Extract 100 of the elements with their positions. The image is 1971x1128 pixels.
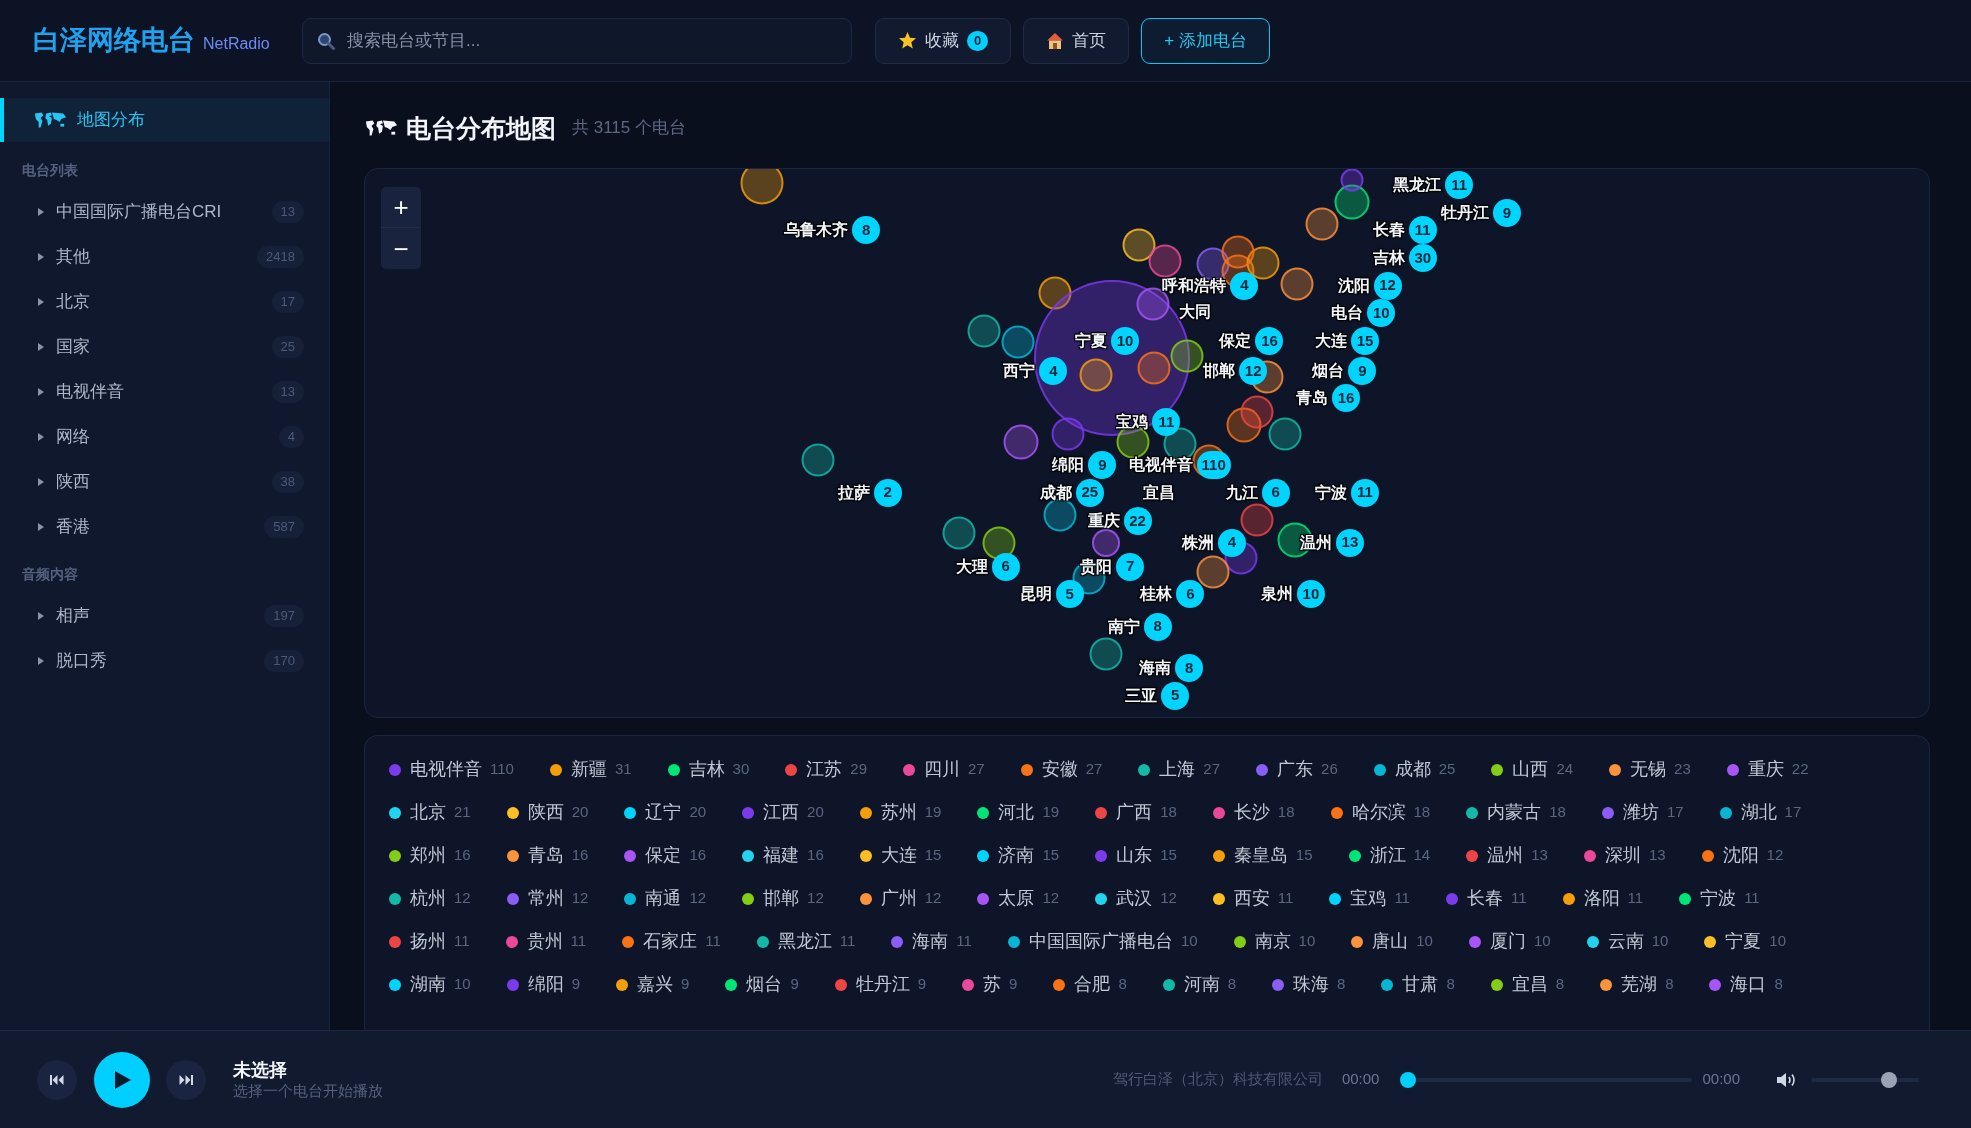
station-count[interactable]: 11 [1350, 478, 1379, 507]
station-count[interactable]: 30 [1408, 244, 1437, 273]
progress-track[interactable] [1400, 1071, 1693, 1088]
sidebar-item[interactable]: 电视伴音 13 [0, 369, 329, 414]
caret-icon [38, 522, 44, 531]
legend-count: 8 [1555, 974, 1565, 995]
legend-label: 常州 [527, 887, 564, 910]
city-label: 拉萨 [837, 482, 870, 503]
now-playing-hint: 选择一个电台开始播放 [233, 1080, 383, 1101]
sidebar-item[interactable]: 香港 587 [0, 504, 329, 549]
station-count[interactable]: 15 [1350, 326, 1379, 355]
legend-count: 16 [689, 845, 707, 866]
city-label: 昆明 [1019, 584, 1052, 605]
sidebar-item[interactable]: 中国国际广播电台CRI 13 [0, 189, 329, 234]
home-button[interactable]: 首页 [1023, 17, 1130, 64]
legend-count: 8 [1227, 974, 1237, 995]
previous-button[interactable] [37, 1059, 77, 1100]
legend-count: 11 [1627, 888, 1644, 909]
station-count[interactable]: 11 [1408, 216, 1437, 245]
legend-label: 湖南 [410, 973, 446, 996]
legend-label: 宁夏 [1725, 930, 1762, 953]
sidebar-item[interactable]: 网络 4 [0, 414, 329, 459]
legend-label: 邯郸 [763, 887, 800, 910]
station-count[interactable]: 4 [1230, 271, 1259, 300]
station-count[interactable]: 4 [1217, 528, 1246, 557]
legend-label: 广东 [1277, 758, 1314, 781]
station-count[interactable]: 25 [1075, 478, 1104, 507]
station-count[interactable]: 11 [1152, 408, 1181, 437]
station-count[interactable]: 7 [1116, 552, 1145, 581]
sidebar-item[interactable]: 北京 17 [0, 279, 329, 324]
city-label: 西宁 [1003, 360, 1036, 381]
next-button[interactable] [166, 1059, 206, 1100]
station-count[interactable]: 10 [1111, 326, 1140, 355]
station-count[interactable]: 12 [1373, 271, 1402, 300]
legend-label: 哈尔滨 [1351, 801, 1406, 824]
station-bubble [1221, 235, 1255, 269]
station-count[interactable]: 110 [1196, 450, 1231, 479]
section-heading: 电台列表 [21, 161, 79, 180]
station-count[interactable]: 6 [991, 552, 1020, 581]
station-count-pill: 2418 [257, 245, 304, 268]
station-count[interactable]: 5 [1055, 580, 1084, 609]
legend-count: 30 [732, 759, 750, 780]
legend-label: 长沙 [1233, 801, 1270, 824]
caret-icon [38, 611, 44, 620]
station-bubble [1122, 229, 1156, 262]
caret-icon [38, 656, 44, 665]
sidebar-item[interactable]: 陕西 38 [0, 459, 329, 504]
sidebar-item[interactable]: 国家 25 [0, 324, 329, 369]
station-count[interactable]: 5 [1161, 681, 1190, 710]
sidebar-item[interactable]: 相声 197 [0, 593, 329, 638]
sidebar-item[interactable]: 地图分布 [0, 98, 329, 142]
volume-track[interactable] [1811, 1071, 1919, 1088]
station-count-pill: 17 [271, 290, 304, 313]
city-label: 三亚 [1125, 685, 1158, 706]
station-count[interactable]: 9 [1088, 450, 1117, 479]
volume-thumb[interactable] [1880, 1071, 1897, 1088]
search-field[interactable]: 搜索电台或节目... [302, 17, 852, 64]
station-count[interactable]: 6 [1176, 580, 1205, 609]
app-subtitle: NetRadio [203, 34, 270, 55]
station-count[interactable]: 11 [1445, 171, 1474, 200]
station-count[interactable]: 9 [1348, 356, 1377, 385]
legend-label: 安徽 [1041, 758, 1078, 781]
legend-count: 11 [956, 931, 972, 952]
station-count[interactable]: 22 [1123, 507, 1152, 536]
station-count[interactable]: 12 [1239, 356, 1268, 385]
station-count[interactable]: 10 [1367, 299, 1396, 328]
city-label: 绵阳 [1052, 454, 1085, 475]
station-count[interactable]: 9 [1492, 198, 1521, 227]
station-count[interactable]: 13 [1335, 528, 1364, 557]
station-count[interactable]: 16 [1255, 326, 1284, 355]
sidebar-item[interactable]: 脱口秀 170 [0, 638, 329, 683]
legend-label: 牡丹江 [855, 973, 910, 996]
add-station-button[interactable]: + 添加电台 [1141, 17, 1270, 64]
zoom-out-button[interactable]: − [381, 228, 421, 269]
legend-count: 17 [1666, 802, 1684, 823]
station-bubble [967, 314, 1001, 348]
city-label: 海南 [1139, 658, 1172, 679]
city-label: 烟台 [1312, 360, 1345, 381]
station-count[interactable]: 10 [1296, 580, 1325, 609]
station-count[interactable]: 16 [1332, 384, 1361, 413]
favorites-button[interactable]: 收藏 0 [875, 17, 1012, 64]
legend-label: 厦门 [1489, 930, 1526, 953]
legend-label: 黑龙江 [777, 930, 832, 953]
legend-count: 12 [1766, 845, 1784, 866]
station-count[interactable]: 4 [1039, 356, 1068, 385]
map-view[interactable]: + − 黑龙江 11 牡丹江 9 乌鲁木齐 8 长春 11 吉林 30 呼和浩特 4 沈阳 12 大同 电台 10 宁夏 10 保定 16 大连 15 西宁 4 邯郸 12 烟台 9 青岛 16 宝鸡 11 绵阳 9 电视伴音 110 拉萨 2 成都 25 宜昌 九江 6 宁波 11 重庆 22 株洲 4 温州 13 大理 6 贵阳 7 昆明 5 桂林 6 泉州 10 南宁 8 海南 8 三亚 5 [364, 168, 1930, 718]
city-label: 吉林 [1372, 248, 1405, 269]
legend-label: 北京 [410, 801, 446, 824]
sidebar-item[interactable]: 其他 2418 [0, 234, 329, 279]
city-label: 呼和浩特 [1162, 275, 1227, 296]
station-count[interactable]: 2 [873, 478, 902, 507]
legend-count: 27 [1203, 759, 1221, 780]
station-count[interactable]: 8 [1143, 612, 1172, 641]
progress-thumb[interactable] [1400, 1071, 1417, 1088]
station-count[interactable]: 8 [1175, 654, 1204, 683]
legend-label: 重庆 [1747, 758, 1784, 781]
zoom-in-button[interactable]: + [381, 187, 421, 228]
station-count[interactable]: 8 [852, 216, 881, 245]
station-count[interactable]: 6 [1261, 478, 1290, 507]
legend-count: 20 [571, 802, 589, 823]
